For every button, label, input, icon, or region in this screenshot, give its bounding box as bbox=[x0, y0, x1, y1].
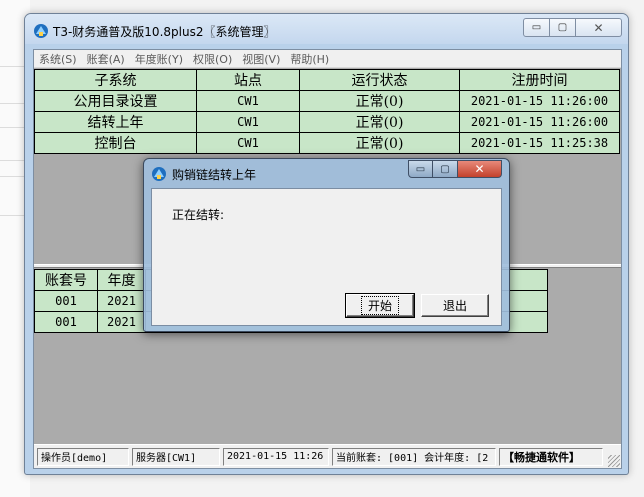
status-brand: 【畅捷通软件】 bbox=[499, 447, 603, 466]
table-cell: CW1 bbox=[196, 132, 300, 154]
table-cell: CW1 bbox=[196, 111, 300, 133]
table-cell: 2021 bbox=[97, 290, 146, 312]
table-row[interactable]: 公用目录设置 CW1 正常(0) 2021-01-15 11:26:00 bbox=[34, 90, 620, 112]
close-button[interactable]: ✕ bbox=[576, 18, 622, 37]
column-header[interactable]: 运行状态 bbox=[299, 69, 460, 91]
maximize-icon: ▢ bbox=[557, 22, 568, 33]
carry-forward-dialog: 购销链结转上年 ▭ ▢ ✕ 正在结转: 开始 退出 bbox=[143, 158, 510, 332]
subsystem-table: 子系统 站点 运行状态 注册时间 公用目录设置 CW1 正常(0) 2021-0… bbox=[34, 69, 620, 154]
exit-button-label: 退出 bbox=[442, 299, 467, 313]
t3-app-icon bbox=[152, 167, 166, 181]
table-cell: CW1 bbox=[196, 90, 300, 112]
table-cell: 正常(0) bbox=[299, 132, 460, 154]
progress-message: 正在结转: bbox=[172, 208, 225, 222]
menu-system[interactable]: 系统(S) bbox=[34, 51, 82, 67]
table-cell: 2021 bbox=[97, 311, 146, 333]
dialog-title: 购销链结转上年 bbox=[172, 168, 257, 182]
dialog-body: 正在结转: 开始 退出 bbox=[151, 188, 502, 326]
dialog-maximize-button[interactable]: ▢ bbox=[433, 160, 458, 178]
dialog-minimize-button[interactable]: ▭ bbox=[408, 160, 433, 178]
table-cell: 2021-01-15 11:26:00 bbox=[459, 90, 620, 112]
table-row[interactable]: 结转上年 CW1 正常(0) 2021-01-15 11:26:00 bbox=[34, 111, 620, 133]
start-button[interactable]: 开始 bbox=[345, 293, 415, 318]
column-header[interactable]: 账套号 bbox=[34, 269, 98, 291]
status-server: 服务器[CW1] bbox=[132, 447, 220, 466]
menu-help[interactable]: 帮助(H) bbox=[285, 51, 334, 67]
menu-annual-account[interactable]: 年度账(Y) bbox=[130, 51, 188, 67]
start-button-label: 开始 bbox=[360, 296, 399, 315]
column-header[interactable]: 年度 bbox=[97, 269, 146, 291]
minimize-button[interactable]: ▭ bbox=[523, 18, 550, 37]
column-header[interactable]: 注册时间 bbox=[459, 69, 620, 91]
menu-bar: 系统(S) 账套(A) 年度账(Y) 权限(O) 视图(V) 帮助(H) bbox=[34, 50, 621, 68]
table-cell: 2021-01-15 11:25:38 bbox=[459, 132, 620, 154]
menu-permission[interactable]: 权限(O) bbox=[188, 51, 237, 67]
column-header[interactable]: 子系统 bbox=[34, 69, 197, 91]
title-bar[interactable]: T3-财务通普及版10.8plus2〖系统管理〗 ▭ ▢ ✕ bbox=[25, 14, 628, 44]
table-cell: 001 bbox=[34, 290, 98, 312]
minimize-icon: ▭ bbox=[415, 163, 426, 175]
status-current-account: 当前账套: [001] 会计年度: [2 bbox=[332, 447, 496, 466]
resize-grip-icon[interactable] bbox=[608, 455, 620, 467]
window-title: T3-财务通普及版10.8plus2〖系统管理〗 bbox=[53, 25, 276, 39]
t3-app-icon bbox=[34, 24, 48, 38]
table-header-row: 子系统 站点 运行状态 注册时间 bbox=[34, 69, 620, 91]
dialog-close-button[interactable]: ✕ bbox=[458, 160, 502, 178]
table-cell: 正常(0) bbox=[299, 90, 460, 112]
status-bar: 操作员[demo] 服务器[CW1] 2021-01-15 11:26 当前账套… bbox=[34, 444, 621, 468]
maximize-button[interactable]: ▢ bbox=[550, 18, 576, 37]
table-row[interactable]: 控制台 CW1 正常(0) 2021-01-15 11:25:38 bbox=[34, 132, 620, 154]
close-icon: ✕ bbox=[474, 162, 485, 176]
close-icon: ✕ bbox=[593, 20, 604, 35]
table-cell: 公用目录设置 bbox=[34, 90, 197, 112]
minimize-icon: ▭ bbox=[531, 22, 542, 33]
maximize-icon: ▢ bbox=[440, 163, 450, 175]
menu-view[interactable]: 视图(V) bbox=[237, 51, 285, 67]
menu-account-set[interactable]: 账套(A) bbox=[82, 51, 130, 67]
status-operator: 操作员[demo] bbox=[37, 447, 129, 466]
exit-button[interactable]: 退出 bbox=[421, 294, 489, 317]
status-time: 2021-01-15 11:26 bbox=[223, 447, 329, 466]
table-cell: 控制台 bbox=[34, 132, 197, 154]
table-cell: 结转上年 bbox=[34, 111, 197, 133]
table-cell: 正常(0) bbox=[299, 111, 460, 133]
column-header[interactable]: 站点 bbox=[196, 69, 300, 91]
table-cell: 001 bbox=[34, 311, 98, 333]
table-cell: 2021-01-15 11:26:00 bbox=[459, 111, 620, 133]
